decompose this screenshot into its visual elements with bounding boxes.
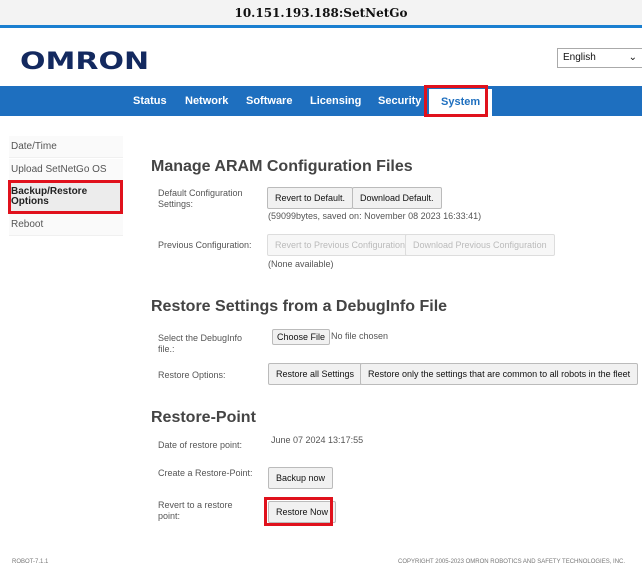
copyright: COPYRIGHT 2005-2023 OMRON ROBOTICS AND S…: [398, 559, 626, 565]
previous-config-label: Previous Configuration:: [158, 240, 252, 250]
select-debuginfo-label: Select the DebugInfo file.:: [158, 333, 243, 354]
restore-options-label: Restore Options:: [158, 370, 226, 380]
revert-previous-button[interactable]: Revert to Previous Configuration: [267, 234, 414, 256]
window-title: 10.151.193.188:SetNetGo: [0, 0, 642, 28]
debuginfo-heading: Restore Settings from a DebugInfo File: [151, 298, 448, 315]
revert-restore-label: Revert to a restore point:: [158, 500, 233, 521]
restore-date-value: June 07 2024 13:17:55: [271, 435, 364, 445]
restore-point-heading: Restore-Point: [151, 409, 256, 426]
main-nav: Status Network Software Licensing Securi…: [0, 86, 642, 116]
nav-software[interactable]: Software: [246, 86, 292, 116]
omron-logo: OMRON: [20, 47, 150, 75]
nav-security[interactable]: Security: [378, 86, 421, 116]
sidebar-item-upload-os[interactable]: Upload SetNetGo OS: [9, 159, 123, 181]
choose-file-button[interactable]: Choose File: [272, 329, 331, 345]
nav-network[interactable]: Network: [185, 86, 228, 116]
restore-common-button[interactable]: Restore only the settings that are commo…: [360, 363, 639, 385]
download-default-button[interactable]: Download Default.: [352, 187, 442, 209]
backup-restore-highlight: [8, 180, 123, 214]
revert-default-button[interactable]: Revert to Default.: [267, 187, 354, 209]
previous-config-info: (None available): [268, 259, 334, 269]
chevron-down-icon: ⌄: [628, 52, 637, 63]
create-restore-label: Create a Restore-Point:: [158, 468, 253, 478]
aram-heading: Manage ARAM Configuration Files: [151, 158, 413, 175]
default-config-label: Default Configuration Settings:: [158, 188, 243, 209]
system-highlight: [424, 85, 488, 117]
sidebar-item-date-time[interactable]: Date/Time: [9, 136, 123, 158]
language-select[interactable]: English ⌄: [557, 48, 642, 68]
nav-licensing[interactable]: Licensing: [310, 86, 361, 116]
no-file-chosen: No file chosen: [331, 331, 389, 341]
restore-now-highlight: [264, 497, 333, 526]
language-value: English: [563, 52, 596, 63]
header: OMRON: [0, 31, 642, 88]
restore-date-label: Date of restore point:: [158, 440, 243, 450]
version-label: ROBOT-7.1.1: [12, 559, 49, 565]
default-config-info: (59099bytes, saved on: November 08 2023 …: [268, 211, 482, 221]
restore-all-button[interactable]: Restore all Settings: [268, 363, 363, 385]
nav-status[interactable]: Status: [133, 86, 167, 116]
backup-now-button[interactable]: Backup now: [268, 467, 334, 489]
sidebar-item-reboot[interactable]: Reboot: [9, 214, 123, 236]
download-previous-button[interactable]: Download Previous Configuration: [405, 234, 555, 256]
